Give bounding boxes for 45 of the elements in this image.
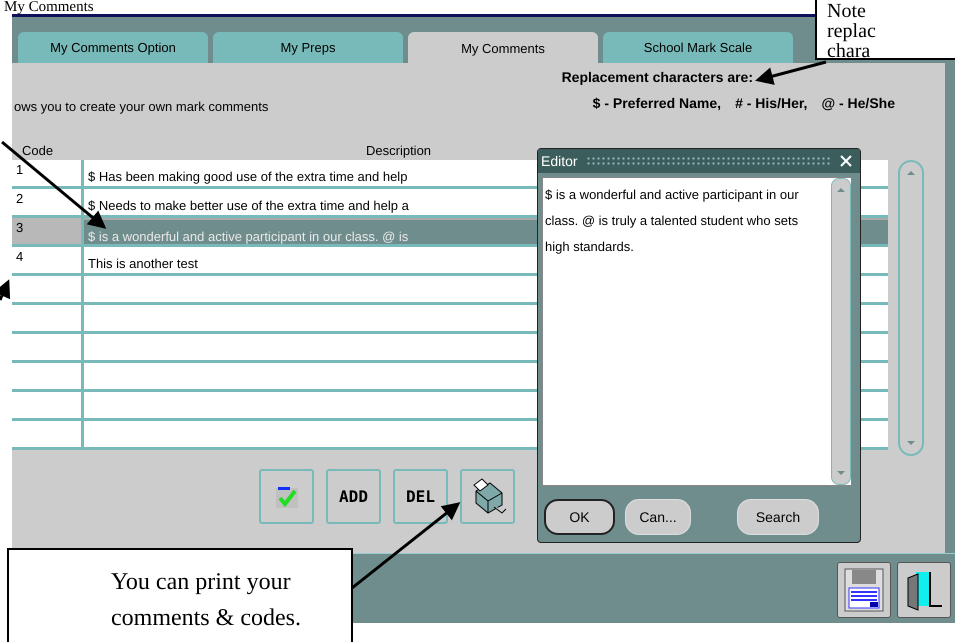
toolbar-button[interactable]: ADD [326, 469, 381, 524]
scrollbar[interactable] [898, 160, 924, 456]
scrollbar[interactable] [831, 178, 851, 485]
replacement-item: # - His/Her, [735, 95, 808, 111]
text-area[interactable]: $ is a wonderful and active participant in our class. @ is truly a talented student who sets high standards. [542, 177, 852, 486]
callout-text: You can print your comments & codes. [111, 568, 302, 633]
code-cell[interactable]: 3 [12, 218, 84, 247]
scroll-up-icon[interactable] [906, 170, 916, 176]
page-title: My Comments [4, 0, 94, 14]
replacement-item: @ - He/She [821, 95, 895, 111]
intro-text: ows you to create your own mark comments [14, 99, 268, 116]
dialog-button[interactable]: Search [737, 499, 819, 535]
scroll-down-icon[interactable] [836, 470, 846, 476]
tab[interactable]: School Mark Scale [603, 32, 793, 63]
toolbar-button[interactable]: DEL [393, 469, 448, 524]
column-header: Description [365, 143, 432, 160]
save-button[interactable] [837, 562, 891, 618]
tab[interactable]: My Preps [213, 32, 403, 63]
tab[interactable]: My Comments Option [18, 32, 208, 63]
code-cell[interactable] [12, 392, 84, 421]
code-cell[interactable] [12, 276, 84, 305]
scroll-up-icon[interactable] [836, 187, 846, 193]
dialog-button[interactable]: Can... [625, 499, 691, 535]
dialog-button[interactable]: OK [544, 499, 615, 535]
print-button[interactable] [460, 469, 515, 524]
code-cell[interactable] [12, 334, 84, 363]
callout-text: replac [827, 21, 877, 41]
callout-text: chara [827, 41, 870, 61]
code-cell[interactable]: 4 [12, 247, 84, 276]
column-header: Code [21, 143, 54, 160]
code-cell[interactable] [12, 363, 84, 392]
code-cell[interactable] [12, 421, 84, 450]
exit-button[interactable] [897, 562, 951, 618]
replacement-item: $ - Preferred Name, [592, 95, 722, 111]
editor-titlebar[interactable]: Editor [538, 149, 860, 173]
code-cell[interactable]: 1 [12, 160, 84, 189]
code-cell[interactable]: 2 [12, 189, 84, 218]
close-icon[interactable] [840, 155, 852, 167]
code-cell[interactable] [12, 305, 84, 334]
callout-text: Note [827, 1, 867, 21]
spellcheck-button[interactable] [259, 469, 314, 524]
arrow [0, 279, 10, 301]
tab[interactable]: My Comments [408, 32, 598, 65]
replacement-heading: Replacement characters are: [562, 69, 753, 85]
scroll-down-icon[interactable] [906, 440, 916, 446]
